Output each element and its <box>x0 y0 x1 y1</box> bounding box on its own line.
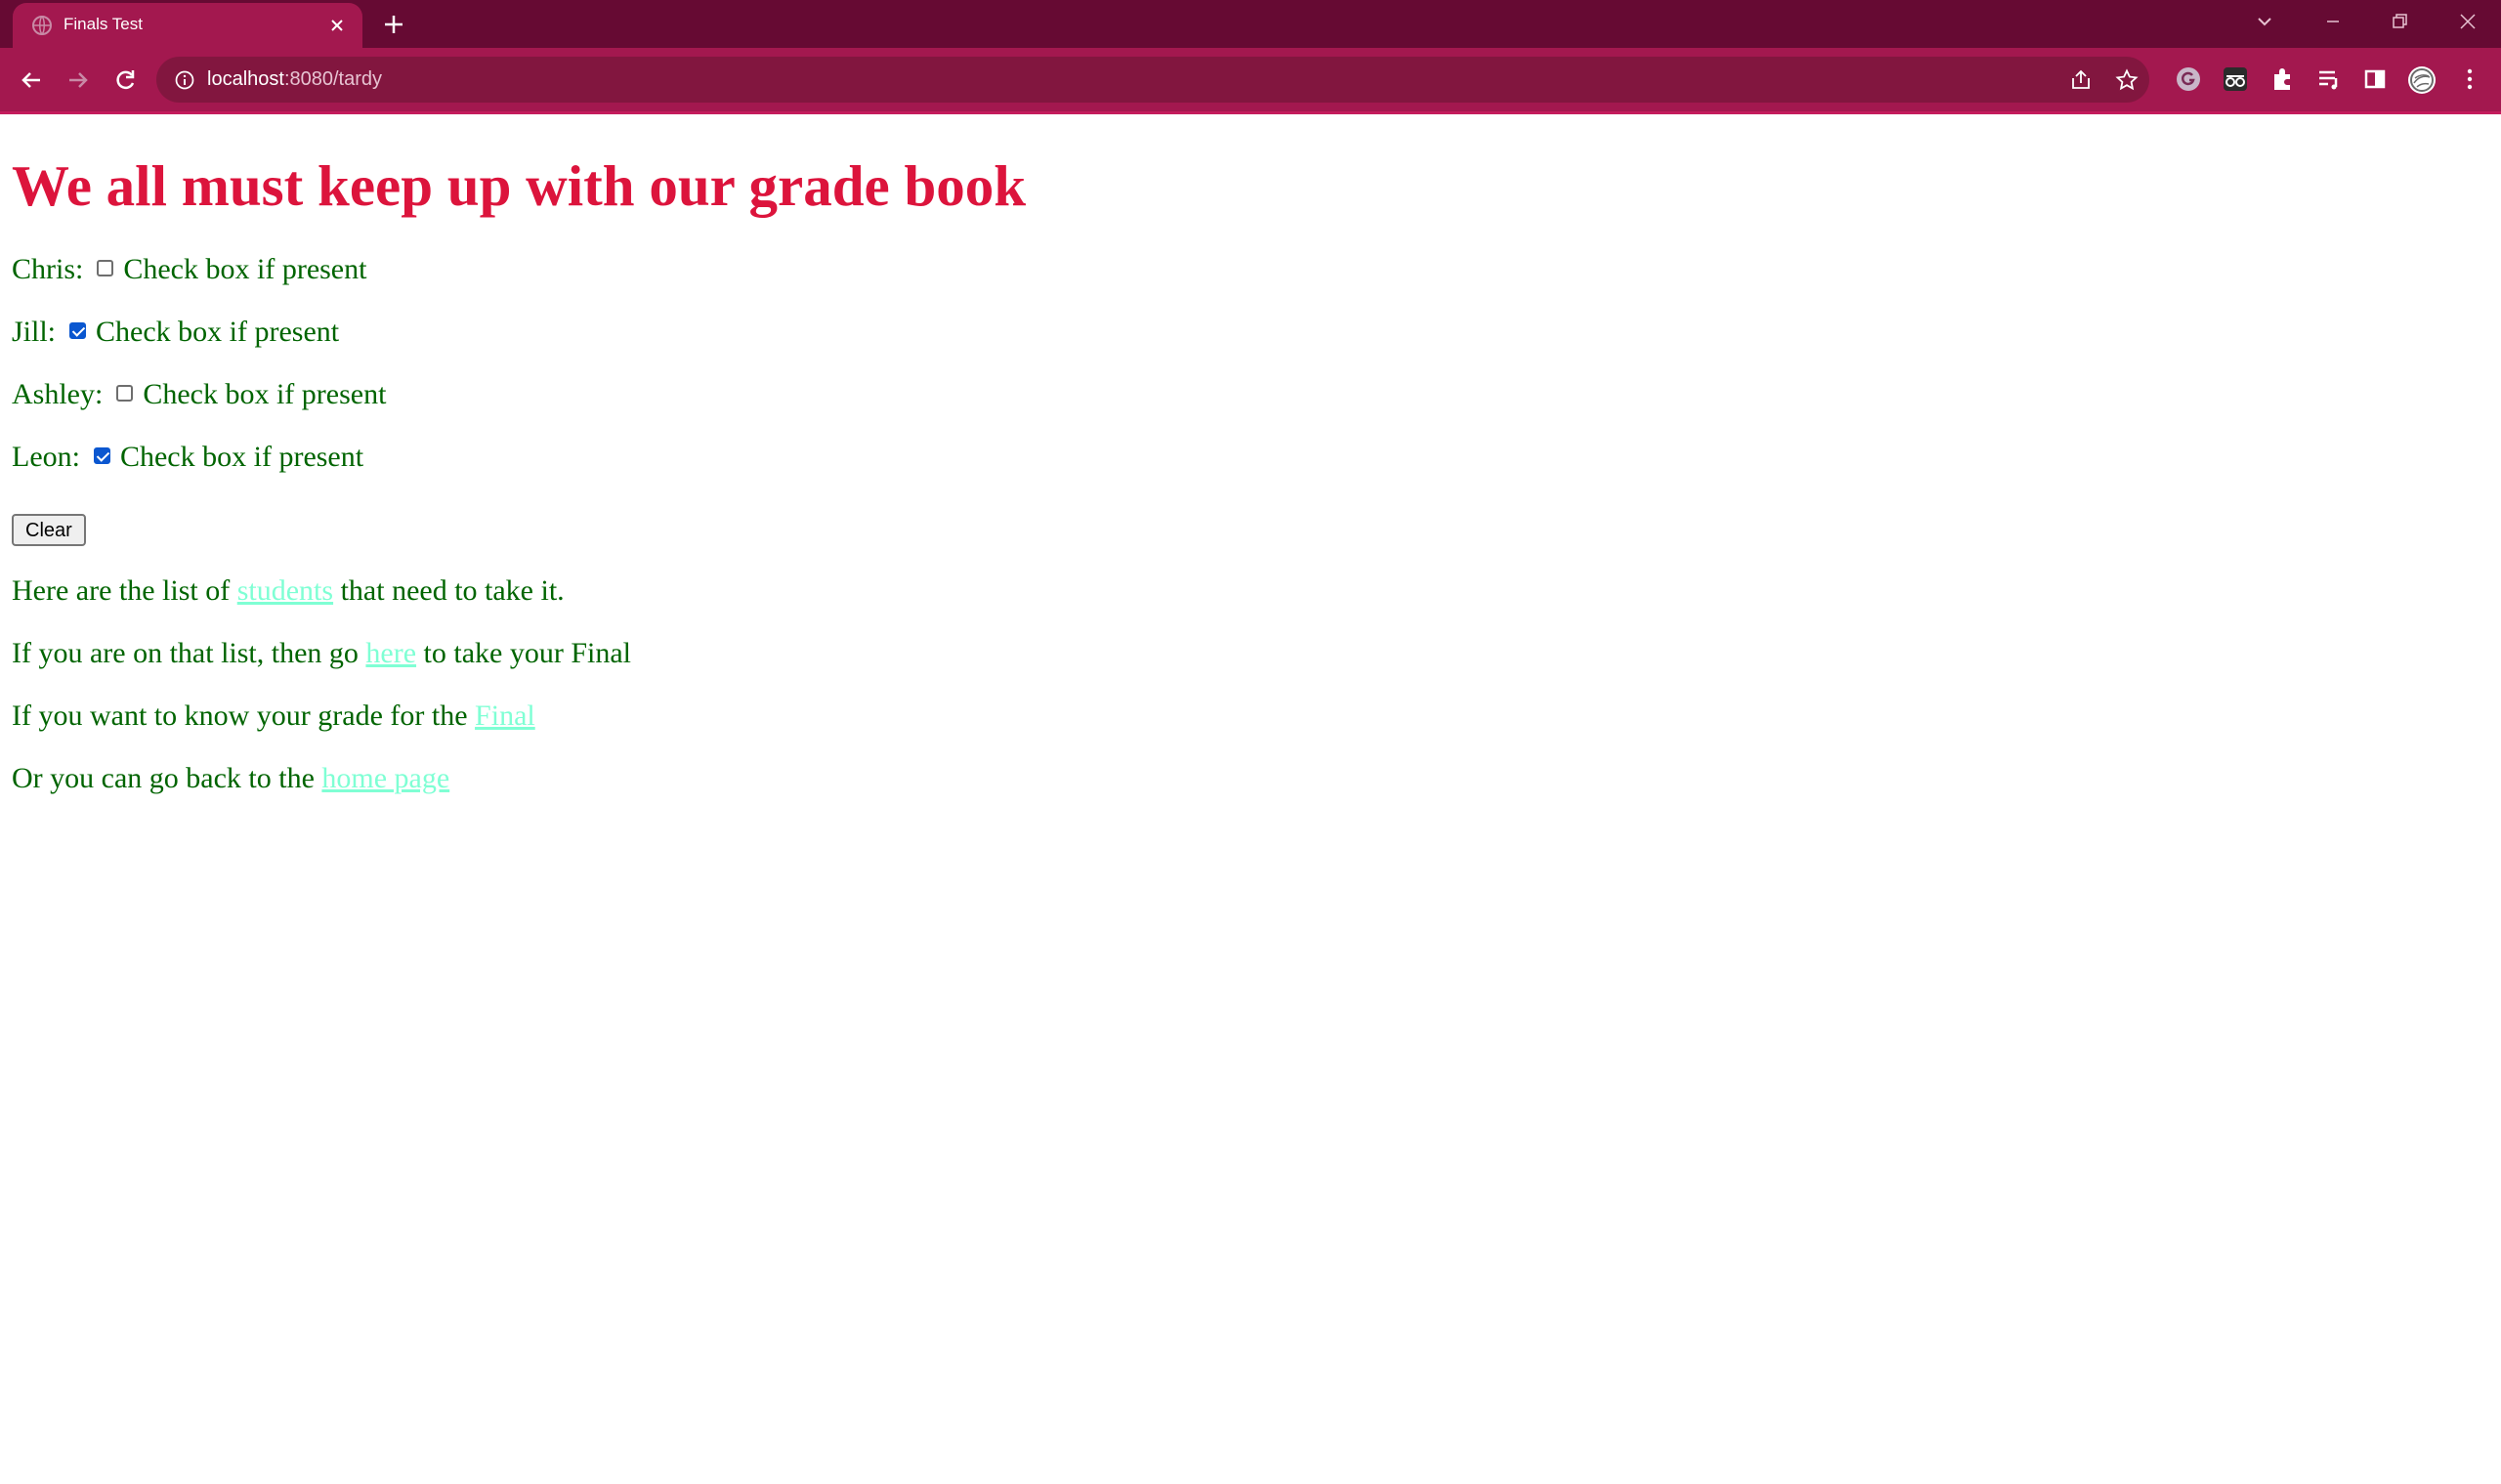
chevron-down-icon[interactable] <box>2252 9 2277 34</box>
profile-avatar-icon[interactable] <box>2407 65 2436 94</box>
attendance-row-ashley: Ashley: Check box if present <box>12 377 386 412</box>
present-checkbox-leon[interactable] <box>93 447 110 464</box>
grade-line: If you want to know your grade for the F… <box>12 699 535 734</box>
globe-icon <box>30 14 54 37</box>
checkbox-label: Check box if present <box>123 253 367 285</box>
page-heading: We all must keep up with our grade book <box>12 153 1027 218</box>
share-icon[interactable] <box>2069 68 2093 92</box>
present-checkbox-jill[interactable] <box>69 322 87 339</box>
present-checkbox-chris[interactable] <box>97 260 114 276</box>
line-text: that need to take it. <box>333 574 565 607</box>
tab-finals-test[interactable]: Finals Test <box>13 3 362 48</box>
tab-strip: Finals Test <box>0 0 2501 48</box>
attendance-row-jill: Jill: Check box if present <box>12 315 339 350</box>
address-bar[interactable]: localhost:8080/tardy <box>156 57 2149 103</box>
forward-arrow-icon[interactable] <box>64 65 93 95</box>
side-panel-icon[interactable] <box>2361 65 2389 93</box>
line-text: If you want to know your grade for the <box>12 700 476 732</box>
extensions-puzzle-icon[interactable] <box>2268 65 2296 93</box>
info-icon[interactable] <box>174 69 195 91</box>
restore-icon[interactable] <box>2387 9 2412 34</box>
students-line: Here are the list of students that need … <box>12 573 565 609</box>
line-text: Or you can go back to the <box>12 762 322 794</box>
media-queue-icon[interactable] <box>2315 65 2343 93</box>
home-line: Or you can go back to the home page <box>12 761 449 796</box>
line-text: to take your Final <box>416 637 632 669</box>
checkbox-label: Check box if present <box>143 378 387 410</box>
student-name: Jill: <box>12 316 57 348</box>
bookmark-star-icon[interactable] <box>2115 68 2139 92</box>
url-host: localhost <box>207 68 284 90</box>
new-tab-plus-icon[interactable] <box>381 12 406 37</box>
student-name: Ashley: <box>12 378 104 410</box>
grammarly-extension-icon[interactable] <box>2175 65 2202 93</box>
window-close-icon[interactable] <box>2455 9 2480 34</box>
present-checkbox-ashley[interactable] <box>116 385 134 402</box>
line-text: If you are on that list, then go <box>12 637 366 669</box>
attendance-row-leon: Leon: Check box if present <box>12 440 363 475</box>
reload-icon[interactable] <box>110 65 140 95</box>
incognito-extension-icon[interactable] <box>2222 65 2249 93</box>
checkbox-label: Check box if present <box>119 441 364 473</box>
here-link[interactable]: here <box>365 637 416 669</box>
tab-title: Finals Test <box>64 15 143 33</box>
line-text: Here are the list of <box>12 574 237 607</box>
url-path: :8080/tardy <box>283 68 383 90</box>
checkbox-label: Check box if present <box>96 316 340 348</box>
students-link[interactable]: students <box>237 574 333 607</box>
take-final-line: If you are on that list, then go here to… <box>12 636 631 671</box>
clear-button[interactable]: Clear <box>12 514 86 546</box>
close-icon[interactable] <box>327 16 347 35</box>
url-text: localhost:8080/tardy <box>207 68 382 91</box>
student-name: Chris: <box>12 253 84 285</box>
more-menu-icon[interactable] <box>2456 65 2483 93</box>
final-link[interactable]: Final <box>475 700 535 732</box>
back-arrow-icon[interactable] <box>17 65 46 95</box>
home-page-link[interactable]: home page <box>321 762 449 794</box>
attendance-row-chris: Chris: Check box if present <box>12 252 366 287</box>
student-name: Leon: <box>12 441 80 473</box>
minimize-icon[interactable] <box>2320 9 2346 34</box>
browser-toolbar: localhost:8080/tardy <box>0 48 2501 114</box>
